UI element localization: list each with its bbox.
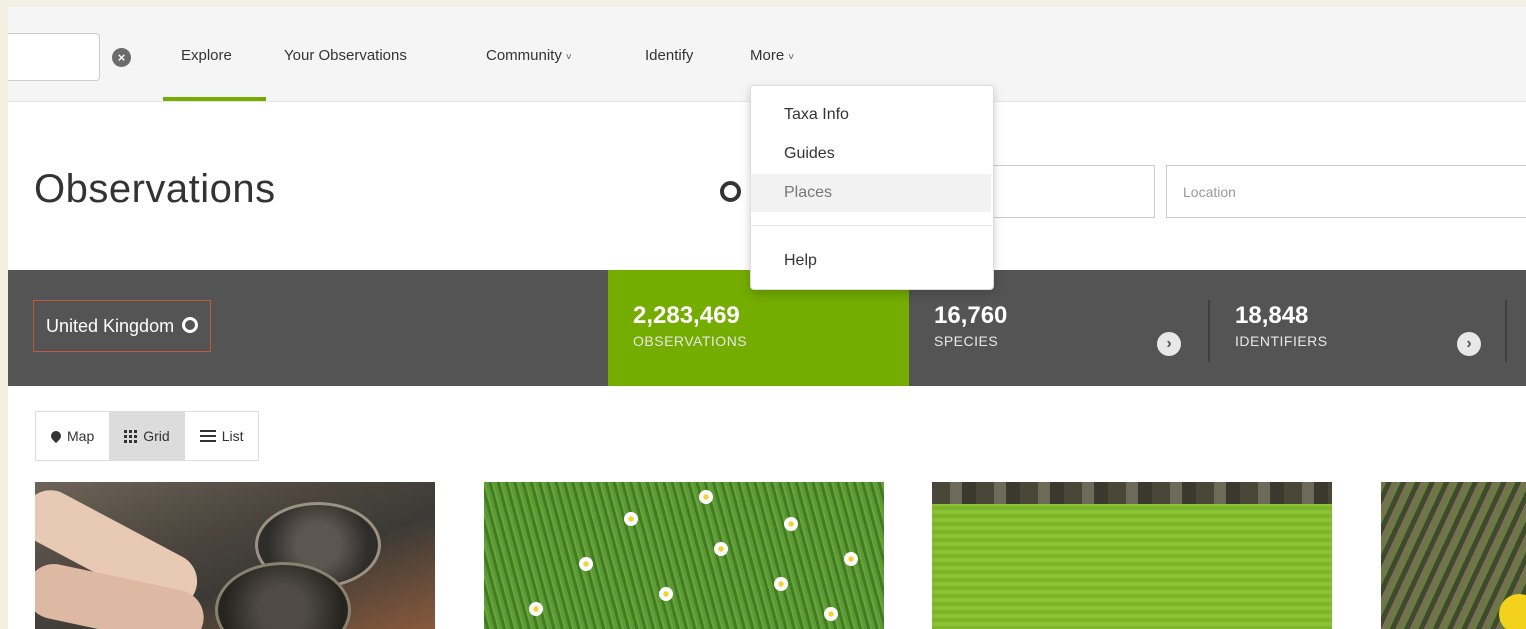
arrow-right-icon[interactable]: › (1157, 332, 1181, 356)
chevron-down-icon: ˅ (565, 52, 572, 63)
more-dropdown-menu: Taxa Info Guides Places Help (750, 85, 994, 290)
stat-label: OBSERVATIONS (633, 333, 748, 349)
place-filter-label: United Kingdom (46, 316, 175, 336)
page-title: Observations (34, 167, 276, 211)
search-icon (720, 181, 741, 202)
place-filter-chip[interactable]: United Kingdom (33, 300, 212, 352)
menu-item-taxa-info[interactable]: Taxa Info (751, 96, 991, 134)
view-map-label: Map (67, 428, 95, 444)
view-grid-label: Grid (143, 428, 170, 444)
view-list-label: List (221, 428, 244, 444)
view-toggle: Map Grid List (35, 411, 260, 461)
view-grid-button[interactable]: Grid (109, 412, 185, 460)
stat-value: 2,283,469 (633, 302, 740, 329)
menu-item-help[interactable]: Help (751, 242, 991, 280)
nav-explore[interactable]: Explore (181, 47, 232, 64)
menu-divider (751, 225, 991, 226)
active-nav-indicator (163, 97, 266, 101)
menu-item-places[interactable]: Places (751, 174, 991, 212)
clear-search-icon[interactable]: × (112, 48, 131, 67)
list-icon (199, 430, 216, 442)
observation-photo[interactable] (932, 482, 1332, 629)
map-pin-icon (48, 428, 64, 444)
nav-community[interactable]: Community ˅ (486, 47, 572, 64)
observation-photo[interactable] (35, 482, 435, 629)
app-frame: × Explore Your Observations Community ˅ I… (8, 7, 1526, 629)
site-search-input[interactable] (8, 33, 100, 81)
view-map-button[interactable]: Map (36, 412, 109, 460)
nav-your-observations[interactable]: Your Observations (284, 47, 407, 64)
observation-photo[interactable] (484, 482, 884, 629)
chevron-down-icon: ˅ (788, 52, 795, 63)
grid-icon (124, 429, 138, 443)
stat-identifiers[interactable]: 18,848 IDENTIFIERS › (1210, 270, 1506, 386)
nav-identify[interactable]: Identify (645, 47, 693, 64)
nav-community-label: Community (486, 47, 562, 64)
observation-photo[interactable] (1381, 482, 1526, 629)
location-input[interactable]: Location (1166, 165, 1526, 218)
arrow-right-icon[interactable]: › (1457, 332, 1481, 356)
nav-more-label: More (750, 47, 785, 64)
remove-filter-icon[interactable] (182, 317, 199, 334)
menu-item-guides[interactable]: Guides (751, 135, 991, 173)
stat-value: 16,760 (934, 302, 1008, 329)
stat-divider (1505, 300, 1507, 362)
species-input[interactable] (988, 165, 1155, 218)
view-list-button[interactable]: List (185, 412, 259, 460)
stat-value: 18,848 (1235, 302, 1309, 329)
nav-more[interactable]: More ˅ (750, 47, 794, 64)
